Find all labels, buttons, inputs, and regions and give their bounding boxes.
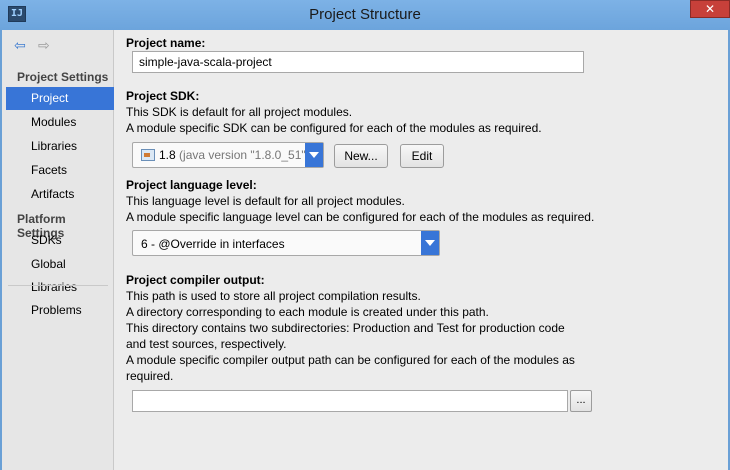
compiler-output-line-3: This directory contains two subdirectori… <box>126 321 565 335</box>
sidebar: ⇦ ⇨ Project Settings Project Modules Libr… <box>2 30 114 470</box>
sidebar-item-global-libraries[interactable]: Global Libraries <box>6 253 114 294</box>
compiler-output-line-4: and test sources, respectively. <box>126 337 287 351</box>
compiler-output-label: Project compiler output: <box>126 273 265 287</box>
compiler-output-path-field[interactable] <box>132 390 568 412</box>
sidebar-item-sdks[interactable]: SDKs <box>6 229 114 252</box>
project-structure-window: IJ Project Structure ✕ ⇦ ⇨ Project Settin… <box>0 0 730 470</box>
project-settings-header: Project Settings <box>17 70 109 84</box>
sidebar-item-artifacts[interactable]: Artifacts <box>6 183 114 206</box>
close-button[interactable]: ✕ <box>690 0 730 18</box>
sidebar-item-modules[interactable]: Modules <box>6 111 114 134</box>
language-level-label: Project language level: <box>126 178 257 192</box>
forward-arrow-icon[interactable]: ⇨ <box>38 38 54 52</box>
project-sdk-dropdown[interactable]: 1.8 (java version "1.8.0_51") <box>132 142 324 168</box>
language-level-selected: 6 - @Override in interfaces <box>141 237 285 251</box>
navigation-arrows: ⇦ ⇨ <box>14 38 62 54</box>
compiler-output-line-1: This path is used to store all project c… <box>126 289 421 303</box>
project-settings-panel: Project name: Project SDK: This SDK is d… <box>124 30 724 470</box>
project-name-label: Project name: <box>126 36 206 50</box>
browse-button[interactable]: ... <box>570 390 592 412</box>
project-sdk-selected: 1.8 (java version "1.8.0_51") <box>159 148 310 162</box>
chevron-down-icon <box>421 231 439 255</box>
close-icon: ✕ <box>705 2 716 16</box>
window-title: Project Structure <box>309 6 421 23</box>
sidebar-item-libraries[interactable]: Libraries <box>6 135 114 158</box>
compiler-output-line-2: A directory corresponding to each module… <box>126 305 489 319</box>
dialog-body: ⇦ ⇨ Project Settings Project Modules Libr… <box>2 30 728 470</box>
compiler-output-line-6: required. <box>126 369 174 383</box>
project-sdk-label: Project SDK: <box>126 89 200 103</box>
project-sdk-description-1: This SDK is default for all project modu… <box>126 105 353 119</box>
back-arrow-icon[interactable]: ⇦ <box>14 38 30 52</box>
edit-sdk-button[interactable]: Edit <box>400 144 444 168</box>
project-sdk-description-2: A module specific SDK can be configured … <box>126 121 542 135</box>
compiler-output-line-5: A module specific compiler output path c… <box>126 353 575 367</box>
sidebar-separator <box>8 285 108 286</box>
chevron-down-icon <box>305 143 323 167</box>
language-level-description-2: A module specific language level can be … <box>126 210 595 224</box>
project-name-field[interactable] <box>132 51 584 73</box>
language-level-dropdown[interactable]: 6 - @Override in interfaces <box>132 230 440 256</box>
new-sdk-button[interactable]: New... <box>334 144 388 168</box>
sidebar-item-project[interactable]: Project <box>6 87 114 110</box>
title-bar: IJ Project Structure ✕ <box>0 0 730 30</box>
language-level-description-1: This language level is default for all p… <box>126 194 405 208</box>
jdk-icon <box>141 149 155 161</box>
sidebar-item-problems[interactable]: Problems <box>6 299 114 322</box>
sidebar-item-facets[interactable]: Facets <box>6 159 114 182</box>
